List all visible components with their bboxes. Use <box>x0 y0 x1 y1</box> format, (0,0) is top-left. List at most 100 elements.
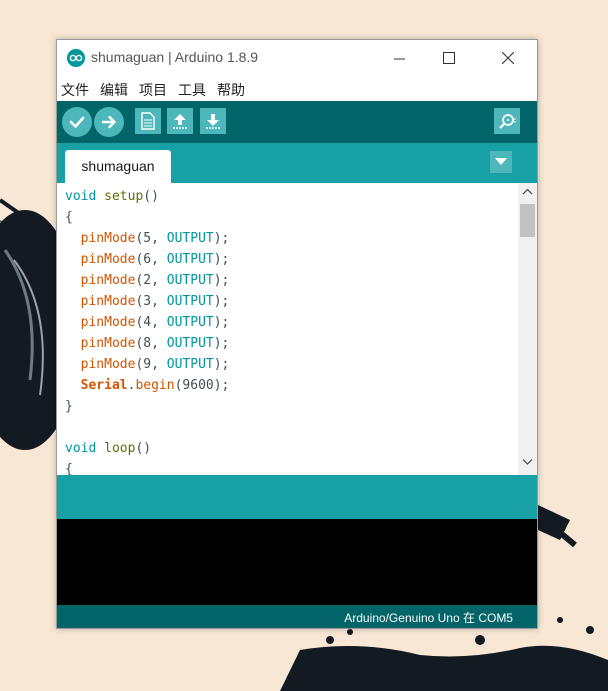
code-token: (2, <box>135 273 167 288</box>
code-token: (9, <box>135 357 167 372</box>
code-token: { <box>65 210 73 225</box>
code-text[interactable]: void setup(){ pinMode(5, OUTPUT); pinMod… <box>65 186 229 475</box>
code-token: (3, <box>135 294 167 309</box>
code-token: pinMode <box>80 357 136 372</box>
code-token: () <box>143 189 159 204</box>
save-sketch-button[interactable] <box>200 108 226 134</box>
code-line[interactable]: pinMode(6, OUTPUT); <box>65 249 230 270</box>
code-token: ); <box>213 273 230 288</box>
arduino-window: shumaguan | Arduino 1.8.9 文件 编辑 项目 工具 帮助 <box>56 39 538 629</box>
arduino-logo-icon <box>67 49 85 67</box>
menu-tools[interactable]: 工具 <box>178 80 206 100</box>
editor-scrollbar[interactable] <box>518 183 537 475</box>
chevron-down-icon <box>495 158 507 165</box>
code-token: ); <box>213 231 230 246</box>
close-icon <box>502 52 514 64</box>
code-line[interactable]: } <box>65 396 229 417</box>
code-token: OUTPUT <box>166 273 214 288</box>
code-token: ); <box>213 357 230 372</box>
status-bar <box>57 475 537 519</box>
code-token: OUTPUT <box>166 357 214 372</box>
title-bar[interactable]: shumaguan | Arduino 1.8.9 <box>57 40 537 76</box>
code-token: pinMode <box>80 273 136 288</box>
code-token: OUTPUT <box>166 252 214 267</box>
new-icon <box>141 112 155 130</box>
open-sketch-button[interactable] <box>167 108 193 134</box>
code-line[interactable]: void loop() <box>65 438 229 459</box>
code-token: loop <box>104 441 136 456</box>
serial-monitor-button[interactable] <box>494 108 520 134</box>
code-token: { <box>65 462 73 475</box>
code-line[interactable]: pinMode(2, OUTPUT); <box>65 270 230 291</box>
code-token: pinMode <box>80 315 136 330</box>
upload-button[interactable] <box>94 107 124 137</box>
code-token: begin <box>135 378 175 393</box>
code-line[interactable]: { <box>65 207 229 228</box>
code-token: OUTPUT <box>166 294 214 309</box>
code-token: (8, <box>135 336 167 351</box>
menu-sketch[interactable]: 项目 <box>139 80 167 100</box>
maximize-button[interactable] <box>426 40 472 76</box>
serial-monitor-icon <box>499 114 516 129</box>
scroll-up-icon[interactable] <box>522 187 533 198</box>
code-token: (9600); <box>174 378 230 393</box>
minimize-icon <box>393 58 405 59</box>
code-token: () <box>135 441 152 456</box>
code-line[interactable]: { <box>65 459 229 475</box>
code-line[interactable]: pinMode(9, OUTPUT); <box>65 354 230 375</box>
toolbar <box>57 101 537 143</box>
scrollbar-thumb[interactable] <box>520 204 535 237</box>
code-token: pinMode <box>80 294 136 309</box>
close-button[interactable] <box>485 40 531 76</box>
upload-icon <box>101 115 116 129</box>
code-line[interactable]: pinMode(4, OUTPUT); <box>65 312 230 333</box>
code-line[interactable]: pinMode(5, OUTPUT); <box>65 228 230 249</box>
menu-bar: 文件 编辑 项目 工具 帮助 <box>57 76 537 100</box>
code-line[interactable]: Serial.begin(9600); <box>65 375 230 396</box>
menu-edit[interactable]: 编辑 <box>100 80 128 100</box>
code-token: (4, <box>135 315 167 330</box>
verify-button[interactable] <box>62 107 92 137</box>
code-editor[interactable]: void setup(){ pinMode(5, OUTPUT); pinMod… <box>57 183 537 475</box>
code-token: (6, <box>135 252 167 267</box>
new-sketch-button[interactable] <box>135 108 161 134</box>
maximize-icon <box>443 52 455 64</box>
code-line[interactable]: pinMode(8, OUTPUT); <box>65 333 230 354</box>
board-port-label: Arduino/Genuino Uno 在 COM5 <box>344 611 513 625</box>
code-token: ); <box>213 252 230 267</box>
code-token: ); <box>213 294 230 309</box>
scroll-down-icon[interactable] <box>522 456 533 467</box>
window-title: shumaguan | Arduino 1.8.9 <box>91 49 259 65</box>
tab-bar: shumaguan <box>57 143 537 184</box>
code-token: pinMode <box>80 231 136 246</box>
code-token: setup <box>104 189 144 204</box>
menu-file[interactable]: 文件 <box>61 80 89 100</box>
code-line[interactable]: pinMode(3, OUTPUT); <box>65 291 230 312</box>
code-line[interactable] <box>65 417 229 438</box>
code-token: Serial <box>80 378 128 393</box>
tab-menu-button[interactable] <box>490 151 512 173</box>
code-token: } <box>65 399 73 414</box>
code-token: void <box>65 441 97 456</box>
minimize-button[interactable] <box>376 40 422 76</box>
console-output[interactable] <box>57 519 537 605</box>
open-icon <box>173 114 187 129</box>
code-line[interactable]: void setup() <box>65 186 229 207</box>
code-token: OUTPUT <box>166 336 214 351</box>
verify-icon <box>69 116 85 128</box>
code-token: (5, <box>135 231 167 246</box>
menu-help[interactable]: 帮助 <box>217 80 245 100</box>
board-status-bar: Arduino/Genuino Uno 在 COM5 <box>57 605 537 628</box>
code-token: ); <box>213 336 230 351</box>
code-token: ); <box>213 315 230 330</box>
tab-shumaguan[interactable]: shumaguan <box>65 150 171 184</box>
